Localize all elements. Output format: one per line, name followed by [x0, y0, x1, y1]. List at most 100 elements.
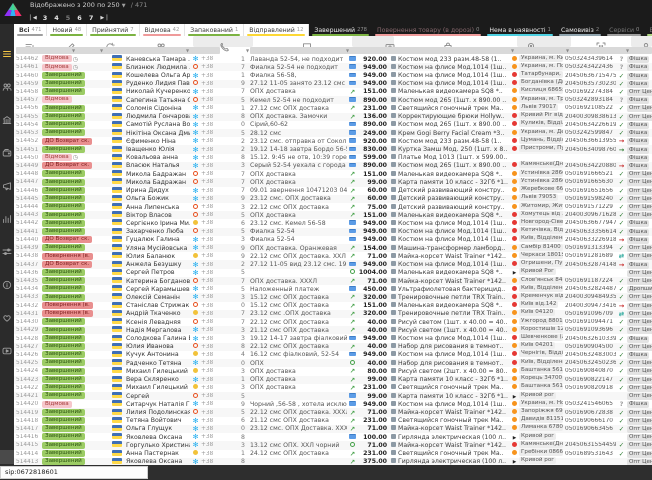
viber-icon: ✻ — [193, 335, 199, 343]
filter-caret-icon[interactable]: ▼ — [186, 48, 189, 53]
phone-icon[interactable] — [219, 37, 229, 47]
payment-type-icon: ↗ — [347, 302, 358, 310]
barcode-icon[interactable] — [596, 37, 606, 47]
order-comment: 27.12 смс ОПХ доставка — [250, 105, 347, 112]
payment-type-icon — [347, 64, 358, 71]
check-icon: ✓ — [619, 450, 624, 458]
order-comment: 15.12 смс ОПХ доставка — [250, 302, 347, 309]
page-number-3[interactable]: 3 — [43, 14, 48, 22]
payment-type-icon: ↗ — [347, 310, 358, 318]
manager-icon[interactable] — [641, 37, 651, 47]
tab-11[interactable]: Сервіси0 — [604, 24, 644, 36]
tab-1[interactable]: Всі471 — [14, 24, 47, 36]
result-icon: ⇄ — [616, 310, 627, 318]
tab-9[interactable]: Нема в наявності1 — [484, 24, 556, 36]
banknote-icon[interactable] — [385, 37, 395, 47]
country-flag-icon — [108, 359, 126, 367]
messenger-icon — [190, 343, 201, 350]
client-name: Юлия Иванова — [126, 343, 190, 350]
check-icon: ✓ — [619, 211, 624, 219]
product-box-icon — [389, 368, 398, 375]
filter-caret-icon[interactable]: ▼ — [511, 48, 514, 53]
table-row[interactable]: 514451ЗавершенийІващенко Юлія✻+38219.12 … — [14, 145, 652, 153]
viber-icon: ✻ — [193, 293, 199, 301]
partner-badge: Опт Центр — [627, 211, 652, 219]
tab-2[interactable]: Новий48 — [47, 24, 87, 36]
refresh-icon[interactable] — [105, 37, 115, 47]
viber-icon: ✻ — [193, 137, 199, 145]
page-size-dropdown[interactable]: ▼ — [122, 3, 126, 9]
megaphone-icon[interactable] — [2, 176, 12, 186]
sip-status-field[interactable]: sip:0672818601 — [0, 466, 148, 479]
info-icon[interactable] — [2, 275, 12, 285]
clients-icon[interactable] — [156, 37, 166, 47]
order-id: 514461 — [14, 64, 42, 70]
tab-5[interactable]: Запакований1 — [185, 24, 244, 36]
sliders-icon[interactable] — [2, 242, 12, 252]
tab-8[interactable]: Повернення товару (в дорозі)0 — [372, 24, 484, 36]
tab-10[interactable]: Самовивіз2 — [556, 24, 604, 36]
phone-last-digit: 0 — [241, 302, 250, 309]
carrier-icon — [510, 417, 519, 424]
phone-prefix: +38 — [201, 73, 216, 79]
pin-icon[interactable] — [526, 37, 536, 47]
heart-icon[interactable] — [2, 308, 12, 318]
chart-icon[interactable] — [2, 209, 12, 219]
video-icon[interactable] — [2, 341, 12, 351]
partner-badge: Опт Центр — [627, 187, 652, 195]
carrier-icon — [510, 425, 519, 432]
check-icon: ✓ — [619, 285, 624, 293]
tab-4[interactable]: Відмова42 — [140, 24, 186, 36]
status-badge: Завершений — [42, 343, 108, 351]
page-number-7[interactable]: 7 — [89, 14, 94, 22]
product-name: Костюм мод 233 разм.48-58 (1.. — [398, 56, 510, 63]
page-number-4[interactable]: 4 — [54, 14, 59, 22]
last-page-icon[interactable]: ▶▕ — [100, 15, 106, 21]
status-badge: Завершений — [42, 285, 108, 293]
tab-6[interactable]: Відправлений12 — [244, 24, 309, 36]
country-flag-icon — [108, 121, 126, 129]
filter-dropdown-bar[interactable] — [16, 47, 220, 54]
carrier-red-icon — [512, 335, 517, 340]
payment-type-icon — [347, 335, 358, 342]
chat-icon[interactable] — [302, 37, 312, 47]
payments-icon[interactable] — [2, 143, 12, 153]
sort-lines-icon[interactable] — [25, 37, 35, 47]
phone-last-digit: 0 — [241, 121, 250, 128]
return-arrow-icon: → — [619, 137, 624, 145]
first-page-icon[interactable]: ▏◀ — [30, 15, 36, 21]
phone-prefix: +38 — [201, 294, 216, 300]
ok-ring-icon — [193, 204, 198, 209]
filter-caret-icon[interactable]: ▼ — [100, 48, 103, 53]
filter-caret-icon[interactable]: ▼ — [246, 48, 249, 53]
tab-12[interactable]: В дорозі додому0 — [644, 24, 652, 36]
sidebar-footer-button[interactable] — [0, 450, 14, 464]
pencil-icon[interactable] — [66, 37, 76, 47]
phone-prefix: +38 — [201, 114, 216, 120]
phone-last-digit: 0 — [241, 360, 250, 367]
messenger-icon: ✻ — [190, 244, 201, 252]
partner-badge: Фішка — [627, 146, 652, 154]
page-number-6[interactable]: 6 — [77, 14, 82, 22]
order-id: 514417 — [14, 426, 42, 432]
filter-caret-icon[interactable]: ▼ — [72, 48, 75, 53]
status-badge: Завершений — [42, 220, 108, 228]
product-box-icon — [389, 376, 398, 383]
filter-dropdown-bar[interactable] — [250, 47, 652, 54]
tab-7[interactable]: Завершений278 — [309, 24, 372, 36]
users-icon[interactable] — [2, 77, 12, 87]
filter-caret-icon[interactable]: ▼ — [346, 48, 349, 53]
building-icon[interactable] — [2, 110, 12, 120]
filter-caret-icon[interactable]: ▼ — [626, 48, 629, 53]
filter-caret-icon[interactable]: ▼ — [566, 48, 569, 53]
tab-3[interactable]: Прийнятий7 — [87, 24, 139, 36]
orders-list-icon[interactable] — [2, 44, 12, 54]
phone-last-digit: 3 — [241, 236, 250, 243]
bag-icon[interactable] — [443, 37, 453, 47]
ttn-number: 20450632824487 — [565, 286, 616, 292]
page-number-5[interactable]: 5 — [66, 14, 71, 22]
phone-prefix: +38 — [201, 237, 216, 243]
phone-last-digit: 2 — [241, 138, 250, 145]
carrier-icon — [510, 261, 519, 268]
ok-ring-icon — [193, 319, 198, 324]
